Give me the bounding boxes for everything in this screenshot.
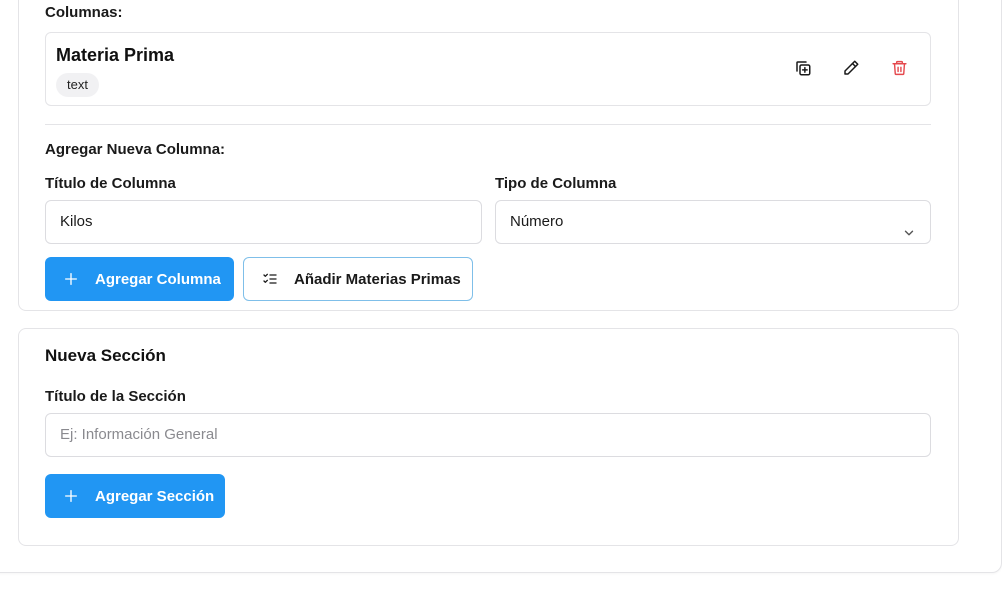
column-title-input[interactable]: Kilos (45, 200, 482, 244)
list-check-icon (262, 271, 278, 287)
edit-column-button[interactable] (836, 55, 866, 85)
section-title-input[interactable]: Ej: Información General (45, 413, 931, 457)
plus-icon (63, 271, 79, 287)
duplicate-icon (794, 59, 812, 82)
section-title-label: Título de la Sección (45, 388, 186, 405)
add-raw-materials-label: Añadir Materias Primas (294, 270, 461, 288)
column-title-label: Título de Columna (45, 175, 176, 192)
delete-column-button[interactable] (884, 55, 914, 85)
duplicate-column-button[interactable] (788, 55, 818, 85)
new-column-heading: Agregar Nueva Columna: (45, 141, 226, 158)
add-section-label: Agregar Sección (95, 487, 215, 505)
chevron-down-icon (902, 215, 916, 257)
divider (45, 124, 931, 125)
column-type-label: Tipo de Columna (495, 175, 617, 192)
add-column-label: Agregar Columna (95, 270, 221, 288)
trash-icon (891, 59, 908, 82)
add-column-button[interactable]: Agregar Columna (45, 257, 234, 301)
new-section-heading: Nueva Sección (45, 346, 166, 365)
column-type-select[interactable]: Número (495, 200, 931, 244)
column-item-title: Materia Prima (56, 45, 175, 65)
add-section-button[interactable]: Agregar Sección (45, 474, 225, 518)
pencil-icon (842, 59, 860, 82)
column-item: Materia Prima text (45, 32, 931, 106)
column-type-value: Número (510, 213, 564, 230)
column-type-badge: text (56, 73, 99, 97)
columns-heading: Columnas: (45, 4, 123, 21)
plus-icon (63, 488, 79, 504)
add-raw-materials-button[interactable]: Añadir Materias Primas (243, 257, 473, 301)
